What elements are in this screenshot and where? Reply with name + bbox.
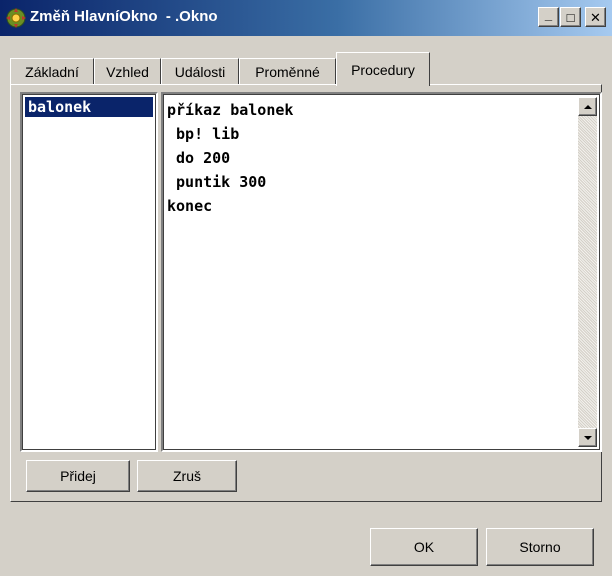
window-title: Změň HlavníOkno - .Okno xyxy=(30,8,218,25)
title-bar[interactable]: Změň HlavníOkno - .Okno _ □ ✕ xyxy=(0,0,612,36)
code-text[interactable]: příkaz balonek bp! lib do 200 puntik 300… xyxy=(167,98,578,218)
tab-vzhled[interactable]: Vzhled xyxy=(94,58,161,84)
tab-label: Základní xyxy=(25,63,79,80)
ok-button[interactable]: OK xyxy=(370,528,478,566)
scroll-down-button[interactable] xyxy=(578,428,597,447)
app-gear-icon xyxy=(6,8,26,28)
dialog-window: Změň HlavníOkno - .Okno _ □ ✕ Základní V… xyxy=(0,0,612,576)
code-editor[interactable]: příkaz balonek bp! lib do 200 puntik 300… xyxy=(161,92,602,452)
minimize-button[interactable]: _ xyxy=(538,7,559,27)
tab-procedury[interactable]: Procedury xyxy=(336,52,430,86)
maximize-icon: □ xyxy=(566,9,575,25)
tab-zakladni[interactable]: Základní xyxy=(10,58,94,84)
vertical-scrollbar[interactable] xyxy=(578,97,597,447)
tab-udalosti[interactable]: Události xyxy=(161,58,239,84)
tab-label: Proměnné xyxy=(255,63,320,80)
delete-procedure-button[interactable]: Zruš xyxy=(137,460,237,492)
close-button[interactable]: ✕ xyxy=(585,7,606,27)
tab-label: Události xyxy=(174,63,226,80)
maximize-button[interactable]: □ xyxy=(560,7,581,27)
tab-label: Procedury xyxy=(351,61,415,78)
procedure-list[interactable]: balonek xyxy=(20,92,158,452)
tab-promenne[interactable]: Proměnné xyxy=(239,58,336,84)
close-icon: ✕ xyxy=(590,9,601,25)
arrow-down-icon xyxy=(583,435,592,440)
scroll-up-button[interactable] xyxy=(578,97,597,116)
arrow-up-icon xyxy=(583,104,592,109)
minimize-icon: _ xyxy=(544,6,553,22)
cancel-button[interactable]: Storno xyxy=(486,528,594,566)
procedure-list-item[interactable]: balonek xyxy=(25,97,153,117)
add-procedure-button[interactable]: Přidej xyxy=(26,460,130,492)
tab-label: Vzhled xyxy=(106,63,149,80)
